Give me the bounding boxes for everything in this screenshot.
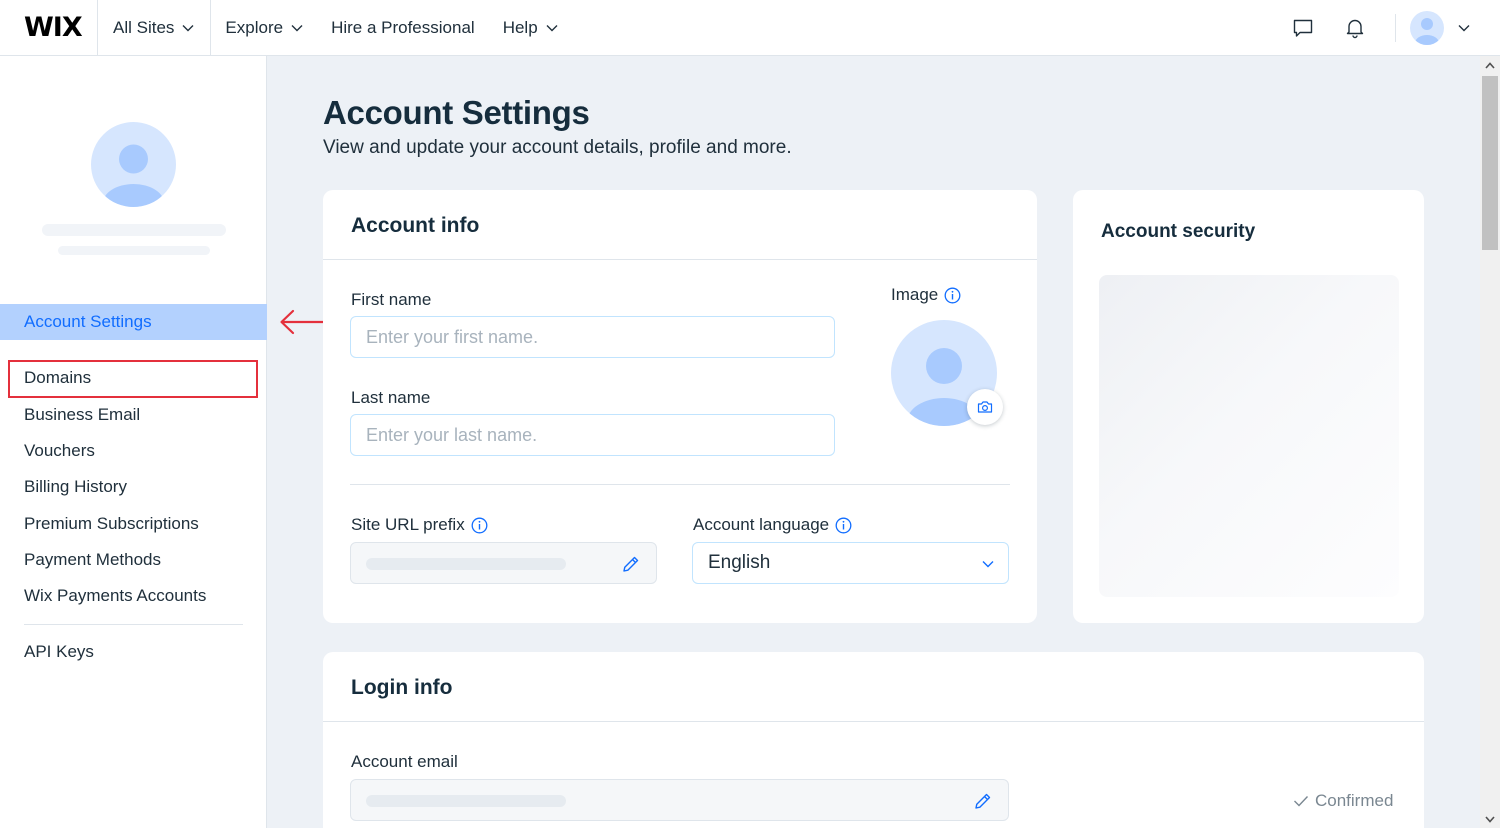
scroll-thumb[interactable] [1482,76,1498,250]
chevron-down-icon [291,24,303,31]
sidebar-item-label: Business Email [24,405,141,424]
sidebar-item-label: Premium Subscriptions [24,514,199,533]
sidebar-item-vouchers[interactable]: Vouchers [0,433,267,469]
account-security-loading-placeholder [1099,275,1399,597]
account-language-label: Account language [693,515,852,535]
account-info-card: Account info First name Last name Image … [323,190,1037,623]
user-silhouette-icon [1415,18,1439,45]
nav-help-label: Help [502,17,538,37]
last-name-input[interactable] [350,414,835,456]
account-info-title: Account info [351,214,480,237]
sidebar-item-label: Payment Methods [24,550,162,569]
sidebar-item-wix-payments-accounts[interactable]: Wix Payments Accounts [0,578,267,614]
login-info-title: Login info [351,676,453,699]
site-url-prefix-field[interactable] [350,542,657,584]
camera-icon [977,401,993,413]
wix-logo[interactable]: WIX [0,0,98,56]
account-email-label: Account email [351,752,458,772]
sidebar-item-label: Vouchers [24,441,95,460]
site-url-prefix-label: Site URL prefix [351,515,488,535]
chevron-down-icon [1458,25,1470,32]
email-confirmed-status: Confirmed [1293,791,1393,811]
account-security-title: Account security [1101,221,1256,242]
info-icon[interactable] [944,287,961,304]
info-icon[interactable] [471,517,488,534]
first-name-label-text: First name [351,290,432,309]
nav-hire-professional-label: Hire a Professional [331,17,475,37]
sidebar-item-business-email[interactable]: Business Email [0,397,267,433]
last-name-label-text: Last name [351,388,431,407]
checkmark-icon [1294,796,1309,807]
sidebar-item-payment-methods[interactable]: Payment Methods [0,542,267,578]
page-subtitle: View and update your account details, pr… [323,137,792,158]
user-silhouette-icon [102,144,165,207]
nav-explore[interactable]: Explore [211,0,317,56]
domains-highlight-box [8,360,258,398]
profile-avatar [91,122,176,207]
nav-help[interactable]: Help [489,0,572,56]
image-label-text: Image [891,285,939,304]
pencil-icon[interactable] [973,791,993,811]
pencil-icon[interactable] [621,554,641,574]
page-title: Account Settings [323,94,590,131]
image-label: Image [891,285,961,305]
chevron-down-icon [982,561,994,568]
sidebar-item-label: Account Settings [24,312,152,331]
account-email-field[interactable] [350,779,1009,821]
top-divider [1395,14,1396,42]
avatar [1410,11,1444,45]
notifications-button[interactable] [1329,0,1381,56]
account-language-value: English [708,552,771,573]
change-image-button[interactable] [967,389,1003,425]
chat-icon [1293,19,1313,37]
bell-icon [1346,19,1364,39]
section-divider [350,484,1010,485]
sidebar-item-premium-subscriptions[interactable]: Premium Subscriptions [0,506,267,542]
top-right-actions [1277,0,1500,56]
info-icon[interactable] [835,517,852,534]
nav-hire-professional[interactable]: Hire a Professional [317,0,489,56]
first-name-input[interactable] [350,316,835,358]
nav-explore-label: Explore [225,17,284,37]
user-menu-button[interactable] [1410,11,1500,45]
profile-name-placeholder [42,224,226,236]
nav-all-sites-label: All Sites [113,17,175,37]
chevron-down-icon [182,24,194,31]
login-info-card: Login info Account email Confirmed [323,652,1424,828]
page-scrollbar[interactable] [1480,56,1500,828]
chevron-down-icon [546,24,558,31]
last-name-label: Last name [351,388,430,408]
top-bar: WIX All Sites Explore Hire a Professiona… [0,0,1500,56]
account-security-card: Account security [1073,190,1424,623]
site-url-prefix-label-text: Site URL prefix [351,515,465,534]
email-confirmed-text: Confirmed [1315,791,1394,810]
sidebar-item-label: Billing History [24,477,127,496]
sidebar-item-label: Wix Payments Accounts [24,586,207,605]
profile-email-placeholder [58,246,210,255]
first-name-label: First name [351,290,431,310]
account-email-label-text: Account email [351,752,458,771]
site-url-value-placeholder [366,558,566,570]
caret-down-icon [1485,815,1495,823]
sidebar-divider [24,624,243,625]
scroll-down-button[interactable] [1484,813,1496,825]
account-email-value-placeholder [366,795,566,807]
sidebar: Account Settings Domains Business Email … [0,56,267,828]
chat-button[interactable] [1277,0,1329,56]
nav-all-sites[interactable]: All Sites [98,0,212,56]
sidebar-item-billing-history[interactable]: Billing History [0,469,267,505]
scroll-up-button[interactable] [1484,59,1496,71]
card-divider [323,259,1037,260]
sidebar-item-account-settings[interactable]: Account Settings [0,304,267,340]
sidebar-item-label: API Keys [24,642,94,661]
card-divider [323,721,1424,722]
account-language-label-text: Account language [693,515,830,534]
caret-up-icon [1485,61,1495,69]
sidebar-item-api-keys[interactable]: API Keys [0,634,267,670]
account-language-select[interactable]: English [692,542,1009,584]
